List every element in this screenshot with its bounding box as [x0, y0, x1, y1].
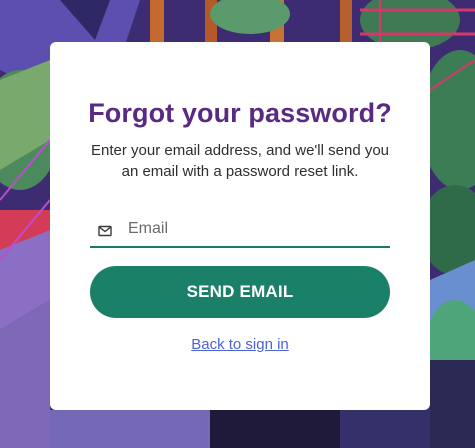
mail-icon	[98, 224, 112, 238]
forgot-password-card: Forgot your password? Enter your email a…	[50, 42, 430, 410]
send-email-button[interactable]: SEND EMAIL	[90, 266, 390, 318]
email-field[interactable]	[90, 212, 390, 248]
instructions-text: Enter your email address, and we'll send…	[90, 142, 390, 180]
email-input[interactable]	[128, 216, 378, 242]
back-to-sign-in-link[interactable]: Back to sign in	[50, 336, 430, 353]
page-title: Forgot your password?	[88, 98, 392, 128]
